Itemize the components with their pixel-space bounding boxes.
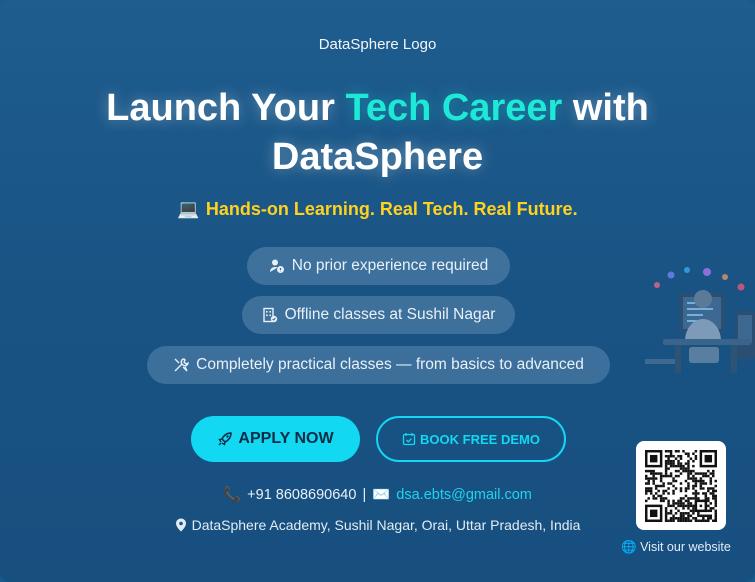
programmer-illustration (645, 267, 755, 373)
feature-pill-offline: Offline classes at Sushil Nagar (242, 296, 515, 334)
headline-part2: with (562, 87, 649, 129)
location-pin-icon (175, 518, 186, 532)
headline-accent: Tech Career (345, 87, 563, 129)
headline-line2: DataSphere (271, 136, 484, 178)
contact-separator: | (362, 486, 367, 503)
page-title: Launch Your Tech Career with DataSphere (0, 84, 755, 182)
visit-website-label: Visit our website (640, 540, 731, 554)
logo-image: DataSphere Logo (318, 36, 437, 53)
phone-number[interactable]: +91 8608690640 (247, 487, 356, 503)
user-check-icon (269, 259, 284, 273)
building-icon (262, 307, 277, 323)
tagline: 💻 Hands-on Learning. Real Tech. Real Futu… (0, 199, 755, 220)
tagline-text: Hands-on Learning. Real Tech. Real Futur… (205, 199, 578, 219)
feature-text: No prior experience required (291, 257, 489, 274)
feature-text: Completely practical classes — from basi… (196, 356, 584, 373)
email-icon: ✉️ (372, 487, 391, 503)
qr-code-image (645, 449, 717, 522)
feature-pill-experience: No prior experience required (247, 247, 510, 285)
email-link[interactable]: dsa.ebts@gmail.com (396, 487, 532, 503)
feature-text: Offline classes at Sushil Nagar (284, 306, 496, 323)
apply-now-button[interactable]: APPLY NOW (191, 416, 360, 462)
globe-icon: 🌐 (621, 540, 637, 554)
book-free-demo-button[interactable]: BOOK FREE DEMO (376, 416, 566, 462)
visit-website-link[interactable]: 🌐 Visit our website (621, 540, 731, 555)
laptop-icon: 💻 (177, 199, 200, 219)
headline-part1: Launch Your (106, 87, 346, 129)
phone-icon: 📞 (223, 487, 242, 503)
feature-pill-practical: Completely practical classes — from basi… (147, 346, 610, 384)
hero-card: DataSphere Logo Launch Your Tech Career … (0, 0, 755, 582)
apply-now-label: APPLY NOW (238, 430, 334, 447)
address-text: DataSphere Academy, Sushil Nagar, Orai, … (191, 517, 581, 533)
qr-code[interactable] (636, 441, 726, 530)
rocket-icon (218, 432, 233, 446)
book-free-demo-label: BOOK FREE DEMO (420, 431, 540, 447)
calendar-check-icon (402, 433, 416, 446)
tools-icon (174, 358, 189, 372)
